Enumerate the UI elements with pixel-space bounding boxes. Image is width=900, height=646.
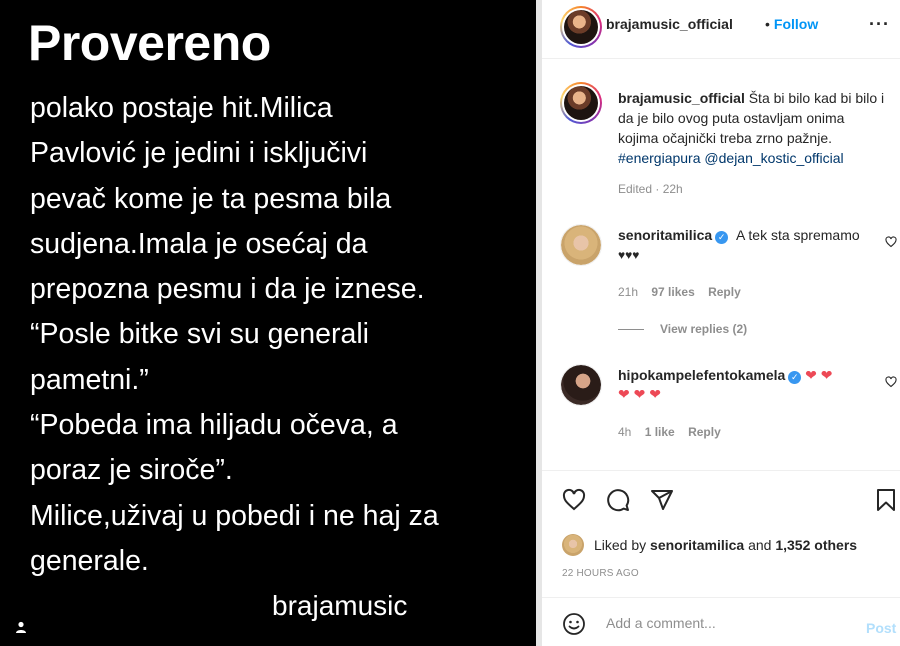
bookmark-icon[interactable] xyxy=(874,488,898,512)
comment-text: A tek sta spremamo xyxy=(735,227,860,243)
liked-by-prefix: Liked by xyxy=(594,537,647,553)
comment-likes[interactable]: 1 like xyxy=(645,425,675,439)
post-body: polako postaje hit.Milica Pavlović je je… xyxy=(30,86,525,584)
liked-by-text: Liked by senoritamilica and 1,352 others xyxy=(594,537,857,553)
post-line: generale. xyxy=(30,544,149,577)
reply-button[interactable]: Reply xyxy=(688,425,721,439)
post-line: Milice,uživaj u pobedi i ne haj za xyxy=(30,499,439,532)
post-line: sudjena.Imala je osećaj da xyxy=(30,227,368,260)
caption: brajamusic_official Šta bi bilo kad bi b… xyxy=(618,88,888,168)
caption-avatar[interactable] xyxy=(560,82,602,124)
heart-icon[interactable] xyxy=(885,376,897,388)
post-signature: brajamusic xyxy=(272,590,408,621)
liked-by-user[interactable]: senoritamilica xyxy=(650,537,744,553)
comment-input[interactable] xyxy=(606,613,856,633)
more-options-icon[interactable]: ··· xyxy=(869,14,890,35)
comment-emoji: ❤ ❤ ❤ xyxy=(618,386,661,402)
share-icon[interactable] xyxy=(650,488,674,512)
user-tag-icon[interactable] xyxy=(14,620,28,634)
post-line: pevač kome je ta pesma bila xyxy=(30,182,392,215)
caption-username[interactable]: brajamusic_official xyxy=(618,90,745,106)
comment: senoritamilica ✓ A tek sta spremamo ♥♥♥ xyxy=(618,226,874,265)
caption-mention[interactable]: @dejan_kostic_official xyxy=(704,150,843,166)
comment-emoji: ❤ ❤ xyxy=(805,367,833,383)
comment-username[interactable]: hipokampelefentokamela xyxy=(618,367,785,383)
post-line: polako postaje hit.Milica xyxy=(30,92,333,124)
post-header: brajamusic_official • Follow ··· xyxy=(542,0,900,59)
post-line: pametni.” xyxy=(30,363,149,396)
liked-by-others[interactable]: 1,352 others xyxy=(775,537,857,553)
follow-label: Follow xyxy=(773,16,819,32)
comment-username[interactable]: senoritamilica xyxy=(618,227,712,243)
post-line: Pavlović je jedini i isključivi xyxy=(30,137,368,170)
heart-icon[interactable] xyxy=(885,236,897,248)
post-line: “Posle bitke svi su generali xyxy=(30,318,369,351)
view-replies-button[interactable]: View replies (2) xyxy=(618,322,747,336)
comment-avatar[interactable] xyxy=(560,364,602,406)
post-button[interactable]: Post xyxy=(866,620,896,636)
follow-separator: • xyxy=(765,16,770,32)
post-line: “Pobeda ima hiljadu očeva, a xyxy=(30,409,398,442)
comments-area[interactable]: brajamusic_official Šta bi bilo kad bi b… xyxy=(542,60,900,469)
liked-by-and: and xyxy=(748,537,772,553)
comment-meta: 4h 1 like Reply xyxy=(618,425,721,439)
view-replies-label: View replies (2) xyxy=(660,322,748,336)
post-line: poraz je siroče”. xyxy=(30,454,233,487)
comment-likes[interactable]: 97 likes xyxy=(651,285,694,299)
comment-icon[interactable] xyxy=(606,488,630,512)
post-panel: brajamusic_official • Follow ··· brajamus… xyxy=(542,0,900,646)
add-comment-bar: Post xyxy=(542,597,900,646)
post-line: prepozna pesmu i da je iznese. xyxy=(30,273,425,306)
post-image[interactable]: Provereno polako postaje hit.Milica Pavl… xyxy=(0,0,536,646)
reply-button[interactable]: Reply xyxy=(708,285,741,299)
emoji-icon[interactable] xyxy=(562,612,586,636)
verified-icon: ✓ xyxy=(715,231,729,244)
header-avatar[interactable] xyxy=(560,6,602,48)
liked-by: Liked by senoritamilica and 1,352 others xyxy=(562,534,892,556)
follow-button[interactable]: • Follow xyxy=(765,16,818,32)
comment-time: 21h xyxy=(618,285,639,299)
comment-avatar[interactable] xyxy=(560,224,602,266)
caption-edited: Edited · 22h xyxy=(618,182,683,196)
header-username[interactable]: brajamusic_official xyxy=(606,16,733,32)
post-heading: Provereno xyxy=(28,15,271,71)
comment-time: 4h xyxy=(618,425,632,439)
comment: hipokampelefentokamela ✓ ❤ ❤ ❤ ❤ ❤ xyxy=(618,366,874,404)
verified-icon: ✓ xyxy=(788,371,802,384)
heart-icon[interactable] xyxy=(562,488,586,512)
caption-hashtag[interactable]: #energiapura xyxy=(618,150,701,166)
divider-line xyxy=(618,329,644,331)
comment-meta: 21h 97 likes Reply xyxy=(618,285,741,299)
liked-by-avatar[interactable] xyxy=(562,534,584,556)
post-timestamp[interactable]: 22 HOURS AGO xyxy=(562,568,639,579)
comment-emoji: ♥♥♥ xyxy=(618,248,640,262)
actions-bar xyxy=(542,470,900,528)
